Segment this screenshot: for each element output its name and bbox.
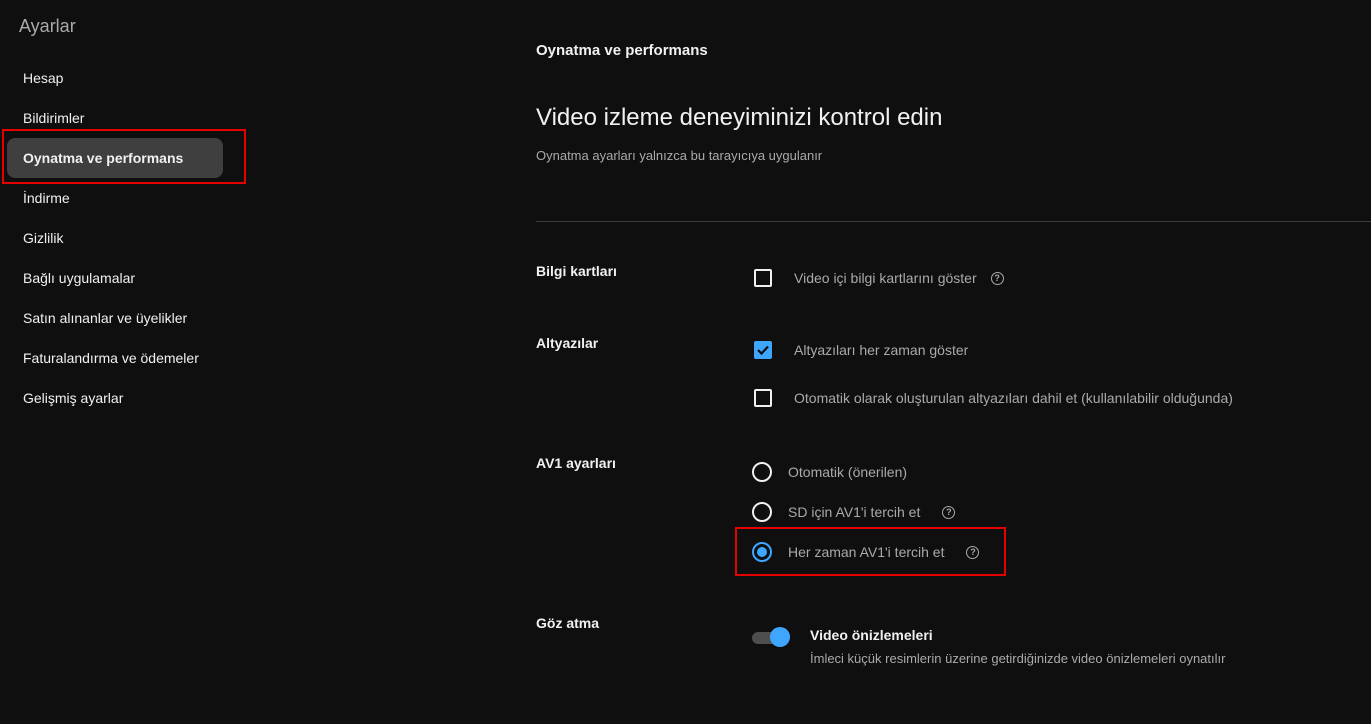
sidebar-item-indirme[interactable]: İndirme xyxy=(7,178,223,218)
av1-auto-radio[interactable] xyxy=(752,462,772,482)
captions-option-auto: Otomatik olarak oluşturulan altyazıları … xyxy=(754,386,1233,410)
captions-option-always: Altyazıları her zaman göster xyxy=(754,338,968,362)
sidebar-item-satin-alinanlar[interactable]: Satın alınanlar ve üyelikler xyxy=(7,298,223,338)
divider xyxy=(536,221,1371,222)
captions-auto-checkbox[interactable] xyxy=(754,389,772,407)
av1-auto-label: Otomatik (önerilen) xyxy=(788,464,908,480)
captions-always-checkbox[interactable] xyxy=(754,341,772,359)
av1-sd-label: SD için AV1'i tercih et xyxy=(788,504,921,520)
captions-always-label: Altyazıları her zaman göster xyxy=(794,342,969,358)
video-preview-title: Video önizlemeleri xyxy=(810,627,933,643)
page-subtitle: Oynatma ayarları yalnızca bu tarayıcıya … xyxy=(536,148,823,163)
section-label-captions: Altyazılar xyxy=(536,335,599,351)
av1-option-auto: Otomatik (önerilen) xyxy=(752,460,907,484)
section-label-peek: Göz atma xyxy=(536,615,600,631)
info-cards-checkbox[interactable] xyxy=(754,269,772,287)
section-label-av1: AV1 ayarları xyxy=(536,455,616,471)
sidebar-item-gizlilik[interactable]: Gizlilik xyxy=(7,218,223,258)
help-icon[interactable]: ? xyxy=(990,271,1004,285)
captions-auto-label: Otomatik olarak oluşturulan altyazıları … xyxy=(794,390,1233,406)
sidebar-item-faturalandirma[interactable]: Faturalandırma ve ödemeler xyxy=(7,338,223,378)
sidebar-nav: Hesap Bildirimler Oynatma ve performans … xyxy=(7,58,223,418)
highlight-box-nav xyxy=(2,129,246,184)
sidebar-item-bagli-uygulamalar[interactable]: Bağlı uygulamalar xyxy=(7,258,223,298)
help-icon[interactable]: ? xyxy=(942,505,956,519)
av1-option-sd: SD için AV1'i tercih et ? xyxy=(752,500,956,524)
sidebar-title: Ayarlar xyxy=(19,16,76,36)
sidebar-item-hesap[interactable]: Hesap xyxy=(7,58,223,98)
info-cards-label: Video içi bilgi kartlarını göster xyxy=(794,270,977,286)
highlight-box-av1 xyxy=(735,527,1006,576)
sidebar-item-gelismis[interactable]: Gelişmiş ayarlar xyxy=(7,378,223,418)
video-preview-desc: İmleci küçük resimlerin üzerine getirdiğ… xyxy=(810,651,1226,666)
info-cards-option: Video içi bilgi kartlarını göster ? xyxy=(754,266,1004,290)
section-label-info-cards: Bilgi kartları xyxy=(536,263,617,279)
av1-sd-radio[interactable] xyxy=(752,502,772,522)
page-heading: Oynatma ve performans xyxy=(536,42,708,59)
page-title: Video izleme deneyiminizi kontrol edin xyxy=(536,104,943,131)
video-preview-toggle[interactable] xyxy=(752,627,790,647)
